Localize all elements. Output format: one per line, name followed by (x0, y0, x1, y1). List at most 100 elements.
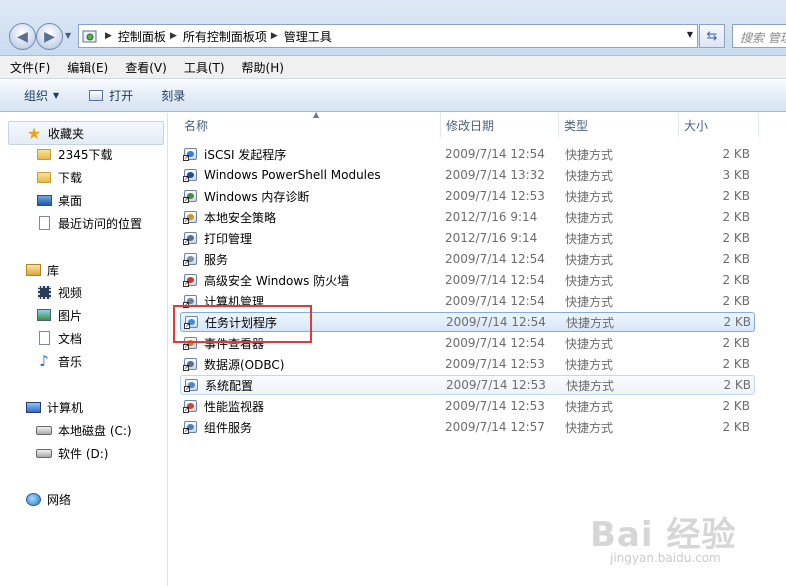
file-type: 快捷方式 (565, 357, 614, 372)
column-header-modified[interactable]: 修改日期 (441, 113, 559, 137)
column-header-type[interactable]: 类型 (559, 113, 679, 137)
file-size: 2 KB (722, 294, 750, 308)
nav-item-downloads[interactable]: 下载 (36, 167, 82, 187)
organize-button[interactable]: 组织 ▼ (24, 87, 59, 104)
file-name: 打印管理 (204, 231, 253, 246)
breadcrumb-separator[interactable]: ▶ (271, 31, 278, 41)
menu-help[interactable]: 帮助(H) (242, 59, 284, 76)
file-row[interactable]: ↗ iSCSI 发起程序 2009/7/14 12:54 快捷方式 2 KB (180, 144, 755, 164)
file-row[interactable]: ↗ 组件服务 2009/7/14 12:57 快捷方式 2 KB (180, 417, 755, 437)
nav-item-drive-d[interactable]: 软件 (D:) (36, 443, 108, 463)
menu-file[interactable]: 文件(F) (10, 59, 50, 76)
burn-button[interactable]: 刻录 (161, 87, 185, 104)
file-name: 服务 (204, 252, 229, 267)
nav-item-videos[interactable]: 视频 (36, 282, 82, 302)
control-panel-icon (79, 25, 101, 47)
nav-item-2345-downloads[interactable]: 2345下载 (36, 144, 113, 164)
address-bar[interactable]: ▶ 控制面板 ▶ 所有控制面板项 ▶ 管理工具 ▼ (78, 24, 698, 48)
nav-item-documents[interactable]: 文档 (36, 328, 82, 348)
nav-item-recent-places[interactable]: 最近访问的位置 (36, 213, 142, 233)
column-header-label: 类型 (564, 118, 589, 133)
recent-places-icon (36, 215, 52, 231)
nav-item-pictures[interactable]: 图片 (36, 305, 82, 325)
file-row[interactable]: ↗ 系统配置 2009/7/14 12:53 快捷方式 2 KB (180, 375, 755, 395)
file-modified: 2012/7/16 9:14 (445, 231, 538, 245)
file-name-cell: ↗ 高级安全 Windows 防火墙 (183, 272, 349, 289)
nav-item-label: 桌面 (58, 193, 83, 208)
file-name: 高级安全 Windows 防火墙 (204, 273, 350, 288)
file-modified: 2009/7/14 12:54 (446, 315, 546, 329)
file-modified: 2009/7/14 12:57 (445, 420, 545, 434)
breadcrumb-control-panel[interactable]: 控制面板 (118, 28, 166, 45)
file-modified: 2009/7/14 12:54 (445, 336, 545, 350)
file-size: 3 KB (722, 168, 750, 182)
recent-pages-dropdown[interactable]: ▼ (65, 31, 71, 40)
menu-tools[interactable]: 工具(T) (184, 59, 225, 76)
file-size: 2 KB (722, 273, 750, 287)
breadcrumb-all-items[interactable]: 所有控制面板项 (183, 28, 267, 45)
organize-label: 组织 (24, 89, 49, 103)
file-modified: 2009/7/14 12:54 (445, 252, 545, 266)
pictures-icon (36, 307, 52, 323)
file-list-pane: 名称 ▲ 修改日期 类型 大小 ↗ iSCSI 发起程序 2009/7/14 12:… (169, 110, 786, 586)
file-name-cell: ↗ Windows PowerShell Modules (183, 167, 381, 183)
column-header-size[interactable]: 大小 (679, 113, 759, 137)
file-row[interactable]: ↗ 性能监视器 2009/7/14 12:53 快捷方式 2 KB (180, 396, 755, 416)
forward-button[interactable]: ▶ (36, 23, 63, 50)
file-name-cell: ↗ 系统配置 (184, 377, 253, 394)
menu-view[interactable]: 查看(V) (125, 59, 167, 76)
file-size: 2 KB (722, 399, 750, 413)
firewall-icon: ↗ (183, 272, 199, 288)
file-row[interactable]: ↗ 服务 2009/7/14 12:54 快捷方式 2 KB (180, 249, 755, 269)
search-input[interactable]: 搜索 管理 (732, 24, 786, 48)
memory-diagnostic-icon: ↗ (183, 188, 199, 204)
command-bar: 组织 ▼ 打开 刻录 (0, 80, 786, 112)
file-name-cell: ↗ 性能监视器 (183, 398, 264, 415)
refresh-button[interactable]: ⇆ (699, 24, 725, 48)
file-name: 数据源(ODBC) (204, 357, 285, 372)
drive-d-icon (36, 445, 52, 461)
column-header-name[interactable]: 名称 ▲ (179, 110, 441, 137)
nav-libraries[interactable]: 库 (25, 260, 59, 280)
nav-favorites[interactable]: ★ 收藏夹 (8, 121, 164, 145)
nav-item-desktop[interactable]: 桌面 (36, 190, 82, 210)
back-button[interactable]: ◀ (9, 23, 36, 50)
nav-item-label: 文档 (58, 331, 83, 346)
nav-item-label: 软件 (D:) (58, 446, 109, 461)
file-modified: 2009/7/14 12:53 (445, 357, 545, 371)
file-modified: 2009/7/14 13:32 (445, 168, 545, 182)
file-row[interactable]: ↗ Windows 内存诊断 2009/7/14 12:53 快捷方式 2 KB (180, 186, 755, 206)
file-modified: 2009/7/14 12:53 (446, 378, 546, 392)
breadcrumb-separator[interactable]: ▶ (105, 31, 112, 41)
nav-item-drive-c[interactable]: 本地磁盘 (C:) (36, 420, 132, 440)
breadcrumb-admin-tools[interactable]: 管理工具 (284, 28, 332, 45)
file-modified: 2009/7/14 12:53 (445, 189, 545, 203)
file-type: 快捷方式 (565, 336, 614, 351)
downloads-folder-icon (36, 169, 52, 185)
print-management-icon: ↗ (183, 230, 199, 246)
nav-item-label: 2345下载 (58, 147, 113, 162)
breadcrumb-separator[interactable]: ▶ (170, 31, 177, 41)
file-name: 性能监视器 (204, 399, 265, 414)
video-icon (36, 284, 52, 300)
file-size: 2 KB (722, 252, 750, 266)
file-row[interactable]: ↗ 数据源(ODBC) 2009/7/14 12:53 快捷方式 2 KB (180, 354, 755, 374)
star-icon: ★ (26, 123, 42, 143)
file-type: 快捷方式 (565, 231, 614, 246)
file-row[interactable]: ↗ 高级安全 Windows 防火墙 2009/7/14 12:54 快捷方式 2 KB (180, 270, 755, 290)
column-header-label: 大小 (684, 118, 709, 133)
menu-edit[interactable]: 编辑(E) (67, 59, 108, 76)
file-type: 快捷方式 (565, 210, 614, 225)
file-row[interactable]: ↗ Windows PowerShell Modules 2009/7/14 13:… (180, 165, 755, 185)
sort-ascending-icon: ▲ (313, 110, 320, 119)
address-dropdown-icon[interactable]: ▼ (687, 30, 693, 39)
nav-computer[interactable]: 计算机 (25, 397, 83, 417)
documents-icon (36, 330, 52, 346)
performance-monitor-icon: ↗ (183, 398, 199, 414)
open-button[interactable]: 打开 (89, 87, 133, 104)
nav-network[interactable]: 网络 (25, 489, 71, 509)
file-row[interactable]: ↗ 本地安全策略 2012/7/16 9:14 快捷方式 2 KB (180, 207, 755, 227)
nav-item-music[interactable]: ♪ 音乐 (36, 351, 82, 371)
powershell-icon: ↗ (183, 167, 199, 183)
file-row[interactable]: ↗ 打印管理 2012/7/16 9:14 快捷方式 2 KB (180, 228, 755, 248)
